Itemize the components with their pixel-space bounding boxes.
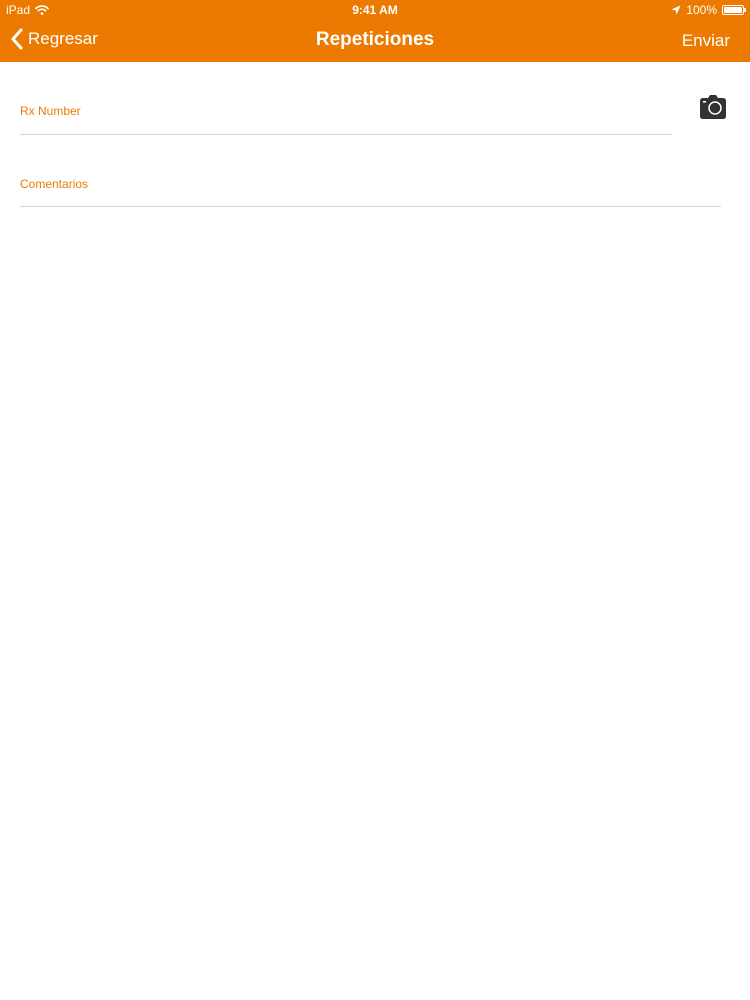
status-time: 9:41 AM	[352, 3, 398, 17]
status-right: 100%	[671, 3, 746, 17]
send-button[interactable]: Enviar	[682, 31, 730, 51]
page-title: Repeticiones	[315, 29, 435, 50]
battery-level	[724, 7, 742, 13]
rx-number-underline	[20, 134, 672, 135]
app-screen: iPad 9:41 AM 100% Regresar Repeticiones …	[0, 0, 750, 1000]
battery-tip	[744, 8, 746, 12]
camera-button[interactable]	[699, 94, 727, 120]
battery-percent: 100%	[686, 3, 717, 17]
navigation-bar: Regresar Repeticiones Enviar	[0, 20, 750, 62]
status-bar: iPad 9:41 AM 100%	[0, 0, 750, 20]
camera-icon	[700, 95, 726, 119]
comments-input[interactable]	[20, 181, 720, 205]
comments-underline	[20, 206, 721, 207]
battery-icon	[722, 5, 746, 15]
rx-number-input[interactable]	[20, 108, 670, 132]
top-bar: iPad 9:41 AM 100% Regresar Repeticiones …	[0, 0, 750, 62]
location-arrow-icon	[671, 5, 681, 15]
